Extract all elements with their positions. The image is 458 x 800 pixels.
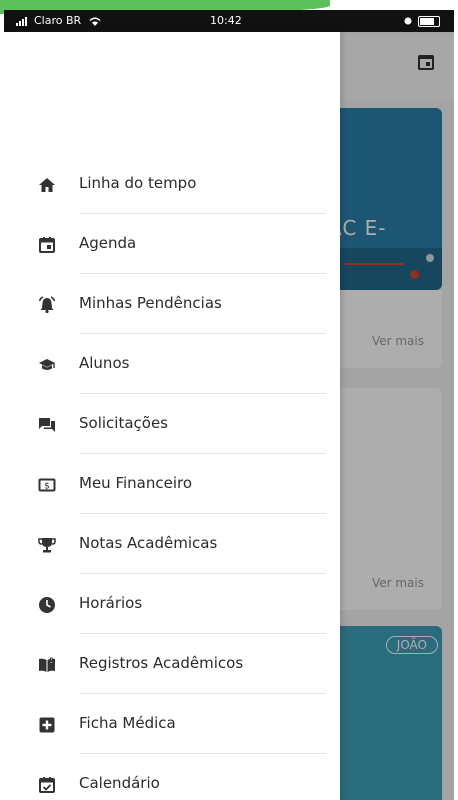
menu-item-notas-academicas[interactable]: Notas Acadêmicas [4,514,340,574]
phone-screen: AC E- Ver mais Ver mais JOÃO Claro BR 10… [4,10,454,800]
clock-icon [39,597,55,613]
menu-item-ficha-medica[interactable]: Ficha Médica [4,694,340,754]
menu-item-minhas-pendencias[interactable]: Minhas Pendências [4,274,340,334]
menu-item-solicitacoes[interactable]: Solicitações [4,394,340,454]
menu-item-label: Alunos [79,354,130,372]
menu-item-registros-academicos[interactable]: Registros Acadêmicos [4,634,340,694]
navigation-drawer: Linha do tempo Agenda Minhas Pendências … [4,32,340,800]
screen: AC E- Ver mais Ver mais JOÃO Claro BR 10… [0,0,458,800]
menu-item-label: Calendário [79,774,160,792]
menu-item-meu-financeiro[interactable]: $ Meu Financeiro [4,454,340,514]
home-icon [39,178,55,192]
menu-item-alunos[interactable]: Alunos [4,334,340,394]
orientation-lock-icon [404,17,412,25]
menu-item-calendario[interactable]: Calendário [4,754,340,800]
carrier-info: Claro BR [16,14,101,27]
clock: 10:42 [210,14,242,27]
menu-item-label: Minhas Pendências [79,294,222,312]
medical-plus-icon [39,717,55,733]
money-bill-icon: $ [38,478,56,492]
calendar-today-icon [39,237,55,253]
chat-forum-icon [39,418,55,432]
menu-item-agenda[interactable]: Agenda [4,214,340,274]
menu-item-label: Registros Acadêmicos [79,654,244,672]
wifi-icon [89,17,101,26]
menu-item-label: Meu Financeiro [79,474,193,492]
menu-item-label: Linha do tempo [79,174,197,192]
drawer-menu: Linha do tempo Agenda Minhas Pendências … [4,154,340,800]
calendar-check-icon [39,777,55,793]
battery-icon [418,15,440,27]
graduation-cap-icon [39,359,55,370]
status-bar: Claro BR 10:42 [4,10,454,32]
menu-item-label: Agenda [79,234,137,252]
menu-item-label: Notas Acadêmicas [79,534,218,552]
menu-item-label: Solicitações [79,414,168,432]
menu-item-label: Ficha Médica [79,714,176,732]
signal-icon [16,16,27,26]
carrier-name: Claro BR [34,14,82,27]
menu-item-linha-do-tempo[interactable]: Linha do tempo [4,154,340,214]
menu-item-horarios[interactable]: Horários [4,574,340,634]
alarm-bell-icon [38,296,56,314]
open-book-icon [39,657,55,672]
svg-text:$: $ [44,482,50,492]
menu-item-label: Horários [79,594,143,612]
status-right [404,14,440,27]
trophy-icon [38,538,56,553]
